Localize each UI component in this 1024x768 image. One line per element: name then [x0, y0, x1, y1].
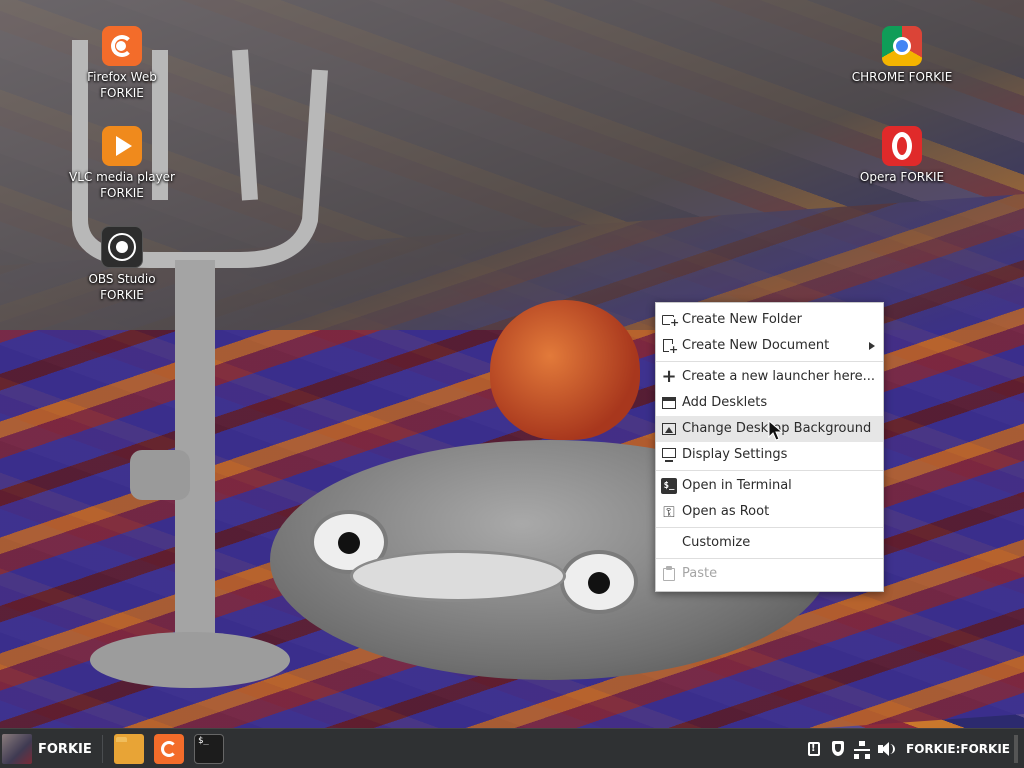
menu-item-label: Open as Root [682, 504, 770, 519]
terminal-launcher-icon[interactable]: $_ [194, 734, 224, 764]
network-icon[interactable] [853, 740, 871, 759]
document-add-icon [661, 338, 679, 355]
menu-item-customize[interactable]: Customize [656, 530, 883, 556]
volume-wave [889, 744, 895, 754]
key-icon: ⚿ [663, 503, 675, 521]
menu-icon [2, 734, 32, 764]
firefox-icon [102, 26, 142, 66]
menu-item-add-desklets[interactable]: Add Desklets [656, 390, 883, 416]
submenu-arrow-icon [869, 342, 875, 350]
plus-icon: + [661, 366, 677, 387]
desklet-icon [661, 395, 677, 411]
menu-separator [656, 527, 883, 528]
volume-icon[interactable] [877, 740, 895, 758]
wallpaper-eye-right [560, 550, 638, 614]
menu-item-label: Customize [682, 535, 751, 550]
desktop-icon-obs[interactable]: OBS Studio FORKIE [62, 226, 182, 303]
menu-item-label: Open in Terminal [682, 478, 792, 493]
start-menu-label: FORKIE [38, 741, 92, 757]
taskbar-divider [102, 735, 103, 763]
shield-icon[interactable] [829, 740, 847, 758]
menu-item-create-launcher[interactable]: + Create a new launcher here... [656, 364, 883, 390]
show-desktop-button[interactable] [1014, 735, 1018, 763]
terminal-icon: $_ [661, 478, 677, 494]
desktop-icon-opera[interactable]: Opera FORKIE [842, 126, 962, 185]
display-icon [661, 447, 677, 463]
menu-item-paste[interactable]: Paste [656, 561, 883, 587]
image-icon [661, 421, 677, 437]
desktop-context-menu: Create New Folder Create New Document + … [655, 302, 884, 592]
clipboard-alert-icon[interactable] [805, 740, 823, 758]
menu-separator [656, 470, 883, 471]
desktop-icon-vlc[interactable]: VLC media player FORKIE [62, 126, 182, 201]
start-menu-button[interactable]: FORKIE [2, 732, 98, 766]
paste-icon [661, 566, 677, 582]
desktop-icon-chrome[interactable]: CHROME FORKIE [842, 26, 962, 85]
menu-item-label: Create a new launcher here... [682, 369, 876, 384]
wallpaper-flame [490, 300, 640, 440]
menu-item-label: Display Settings [682, 447, 788, 462]
desktop-icon-label: Firefox Web FORKIE [87, 70, 157, 100]
user-indicator[interactable]: FORKIE:FORKIE [906, 742, 1010, 756]
desktop-icon-label: OBS Studio FORKIE [88, 272, 156, 302]
menu-item-label: Create New Document [682, 338, 830, 353]
opera-icon [882, 126, 922, 166]
menu-item-create-new-folder[interactable]: Create New Folder [656, 307, 883, 333]
menu-item-open-in-terminal[interactable]: $_ Open in Terminal [656, 473, 883, 499]
menu-item-create-new-document[interactable]: Create New Document [656, 333, 883, 359]
menu-item-label: Add Desklets [682, 395, 768, 410]
folder-add-icon [661, 312, 680, 328]
menu-item-label: Create New Folder [682, 312, 802, 327]
desktop-icon-label: Opera FORKIE [859, 170, 945, 184]
chrome-icon [882, 26, 922, 66]
wallpaper-mouth [350, 550, 566, 602]
vlc-icon [102, 126, 142, 166]
desktop-icon-label: VLC media player FORKIE [68, 170, 175, 200]
menu-separator [656, 361, 883, 362]
desktop-icon-label: CHROME FORKIE [851, 70, 953, 84]
mouse-pointer-icon [768, 420, 784, 441]
menu-item-open-as-root[interactable]: ⚿ Open as Root [656, 499, 883, 525]
firefox-launcher-icon[interactable] [154, 734, 184, 764]
menu-item-label: Paste [682, 566, 718, 581]
files-launcher-icon[interactable] [114, 734, 144, 764]
menu-item-display-settings[interactable]: Display Settings [656, 442, 883, 468]
menu-separator [656, 558, 883, 559]
system-tray: FORKIE:FORKIE [802, 729, 1018, 768]
taskbar: FORKIE $_ FORKIE:FORKIE [0, 728, 1024, 768]
obs-icon [101, 226, 143, 268]
desktop-icon-firefox[interactable]: Firefox Web FORKIE [62, 26, 182, 101]
